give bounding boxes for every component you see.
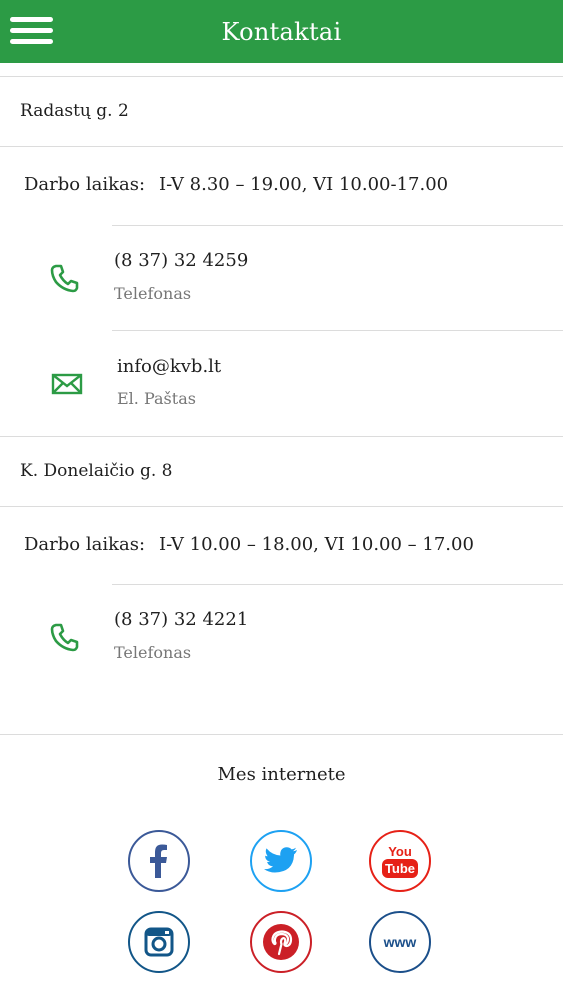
divider: [0, 76, 563, 77]
hours-value: I-V 10.00 – 18.00, VI 10.00 – 17.00: [159, 534, 474, 555]
instagram-icon: [144, 927, 174, 957]
hours-label: Darbo laikas:: [24, 174, 146, 195]
divider: [112, 330, 563, 331]
www-icon: www: [383, 934, 417, 950]
phone-number[interactable]: (8 37) 32 4221: [114, 609, 248, 630]
website-button[interactable]: www: [369, 911, 431, 973]
youtube-you-text: You: [388, 844, 412, 859]
twitter-button[interactable]: [250, 830, 312, 892]
phone-icon[interactable]: [49, 621, 81, 653]
facebook-button[interactable]: [128, 830, 190, 892]
location-address: Radastų g. 2: [20, 101, 129, 121]
hours-label: Darbo laikas:: [24, 534, 146, 555]
phone-label: Telefonas: [114, 284, 192, 303]
opening-hours: Darbo laikas: I-V 10.00 – 18.00, VI 10.00…: [24, 534, 474, 555]
divider: [0, 506, 563, 507]
page-title: Kontaktai: [221, 17, 342, 46]
social-title: Mes internete: [217, 764, 346, 785]
facebook-icon: [150, 844, 167, 878]
divider: [0, 734, 563, 735]
divider: [112, 584, 563, 585]
phone-icon[interactable]: [49, 262, 81, 294]
divider: [112, 225, 563, 226]
divider: [0, 436, 563, 437]
email-address[interactable]: info@kvb.lt: [117, 356, 221, 377]
instagram-button[interactable]: [128, 911, 190, 973]
mail-icon[interactable]: [51, 368, 83, 400]
divider: [0, 146, 563, 147]
email-label: El. Paštas: [117, 389, 196, 408]
phone-number[interactable]: (8 37) 32 4259: [114, 250, 248, 271]
twitter-icon: [264, 847, 297, 873]
hours-value: I-V 8.30 – 19.00, VI 10.00-17.00: [159, 174, 449, 195]
pinterest-icon: [263, 924, 299, 960]
location-address: K. Donelaičio g. 8: [20, 461, 173, 481]
youtube-button[interactable]: You Tube: [369, 830, 431, 892]
app-bar: Kontaktai: [0, 0, 563, 63]
pinterest-button[interactable]: [250, 911, 312, 973]
youtube-tube-text: Tube: [385, 861, 415, 876]
phone-label: Telefonas: [114, 643, 192, 662]
menu-icon[interactable]: [10, 14, 54, 48]
opening-hours: Darbo laikas: I-V 8.30 – 19.00, VI 10.00-…: [24, 174, 448, 195]
youtube-icon: You Tube: [382, 844, 418, 878]
www-text: www: [383, 934, 417, 950]
